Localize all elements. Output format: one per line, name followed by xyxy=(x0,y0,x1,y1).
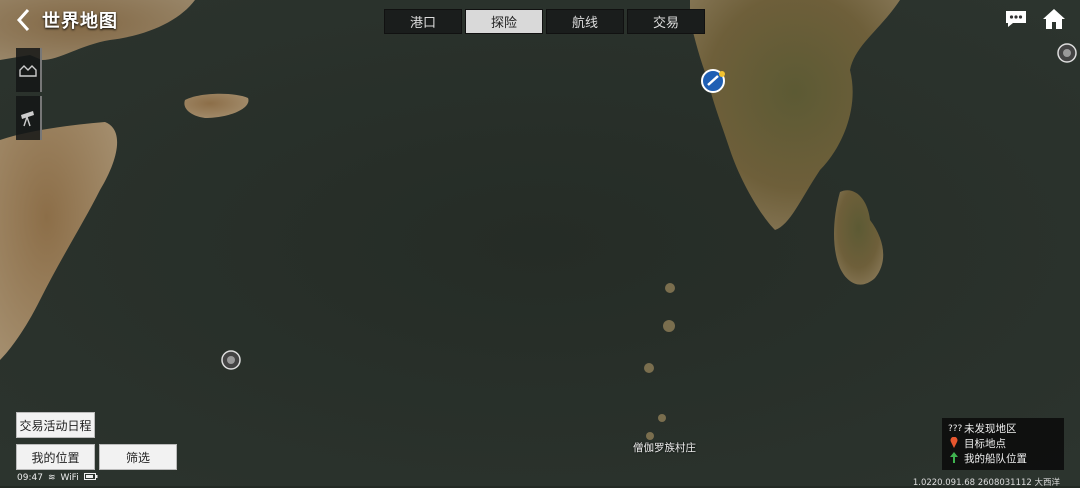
town-button[interactable] xyxy=(16,48,42,92)
unknown-mark: ??? xyxy=(948,423,963,434)
tab-bar: 港口 探险 航线 交易 xyxy=(384,9,705,34)
tab-port[interactable]: 港口 xyxy=(384,9,462,34)
back-arrow-icon[interactable] xyxy=(12,6,34,34)
filter-button[interactable]: 筛选 xyxy=(99,444,177,470)
legend-label: 我的船队位置 xyxy=(964,453,1027,465)
home-icon[interactable] xyxy=(1042,8,1066,34)
chat-icon[interactable] xyxy=(1004,9,1028,33)
trade-schedule-button[interactable]: 交易活动日程 xyxy=(16,412,95,438)
fleet-icon xyxy=(948,451,960,466)
version-info: 1.0220.091.68 2608031112 大西洋 xyxy=(912,478,1060,488)
my-position-button[interactable]: 我的位置 xyxy=(16,444,95,470)
telescope-button[interactable] xyxy=(16,96,42,140)
battery-icon xyxy=(83,473,98,483)
network-label: WiFi xyxy=(60,473,79,483)
legend-row-target: 目标地点 xyxy=(948,436,1058,451)
tab-route[interactable]: 航线 xyxy=(546,9,624,34)
legend-label: 目标地点 xyxy=(964,438,1006,450)
legend-row-fleet: 我的船队位置 xyxy=(948,451,1058,466)
fleet-position-marker[interactable] xyxy=(701,69,727,99)
tab-trade[interactable]: 交易 xyxy=(627,9,705,34)
tab-explore[interactable]: 探险 xyxy=(465,9,543,34)
legend-row-unexplored: ??? 未发现地区 xyxy=(948,421,1058,436)
unexplored-point-icon[interactable] xyxy=(221,350,241,374)
legend-label: 未发现地区 xyxy=(964,423,1017,435)
wifi-icon: ≋ xyxy=(47,473,56,483)
unexplored-point-icon[interactable] xyxy=(1057,43,1077,67)
village-label[interactable]: 僧伽罗族村庄 xyxy=(633,440,696,455)
time: 09:47 xyxy=(17,473,43,483)
world-map[interactable] xyxy=(0,0,1080,486)
map-legend: ??? 未发现地区 目标地点 我的船队位置 xyxy=(942,418,1064,470)
town-icon xyxy=(19,65,37,77)
page-title: 世界地图 xyxy=(42,11,118,32)
pin-icon xyxy=(948,436,960,451)
status-bar: 09:47 ≋ WiFi xyxy=(17,473,98,483)
telescope-icon xyxy=(21,111,34,127)
